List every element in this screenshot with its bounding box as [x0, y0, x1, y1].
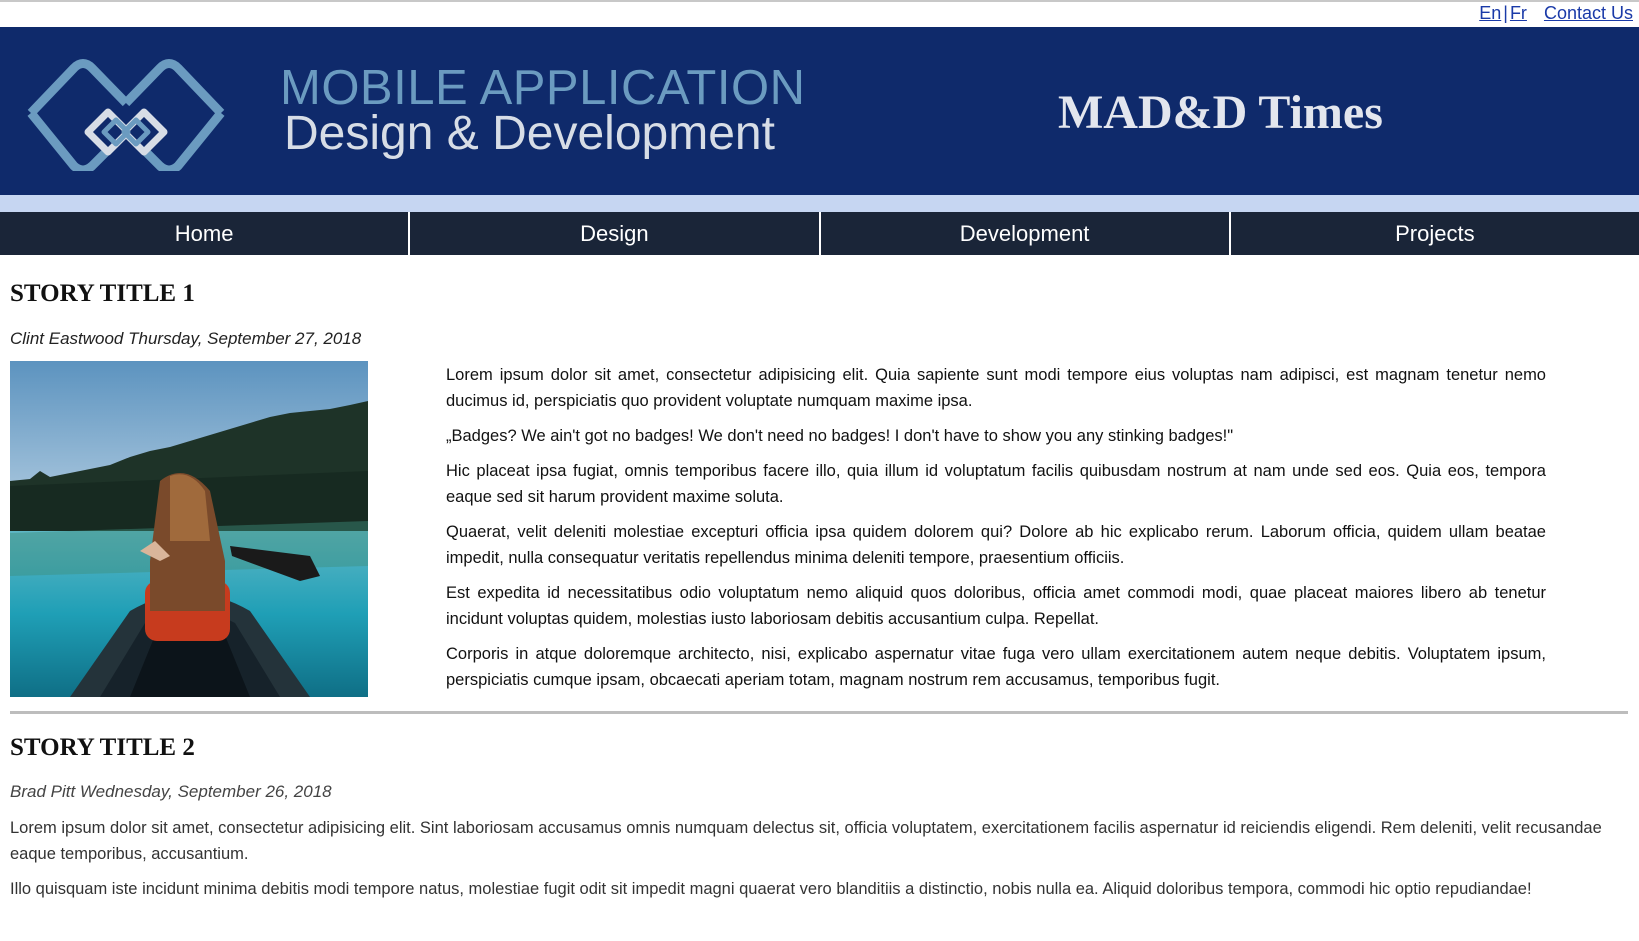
- story-1-paragraph: Lorem ipsum dolor sit amet, consectetur …: [446, 366, 1546, 410]
- canoe-lake-photo: [10, 361, 368, 697]
- story-2-body: Lorem ipsum dolor sit amet, consectetur …: [10, 815, 1610, 911]
- story-1-paragraph: Quaerat, velit deleniti molestiae except…: [446, 523, 1546, 567]
- nav-home[interactable]: Home: [0, 212, 409, 255]
- story-2-byline: Brad Pitt Wednesday, September 26, 2018: [10, 782, 332, 801]
- language-separator: |: [1503, 3, 1508, 23]
- logo-line-2: Design & Development: [284, 107, 775, 160]
- language-and-contact-links: En | Fr Contact Us: [1479, 3, 1633, 24]
- language-fr-link[interactable]: Fr: [1510, 3, 1527, 23]
- story-2-paragraph: Lorem ipsum dolor sit amet, consectetur …: [10, 819, 1602, 863]
- main-nav: Home Design Development Projects: [0, 212, 1639, 255]
- story-1-byline: Clint Eastwood Thursday, September 27, 2…: [10, 329, 362, 348]
- top-border: [0, 0, 1639, 2]
- nav-design[interactable]: Design: [410, 212, 819, 255]
- story-1-paragraph: Est expedita id necessitatibus odio volu…: [446, 584, 1546, 628]
- site-title: MAD&D Times: [1058, 86, 1383, 139]
- story-1-image: [10, 361, 368, 697]
- story-1-paragraph: Hic placeat ipsa fugiat, omnis temporibu…: [446, 462, 1546, 506]
- contact-us-link[interactable]: Contact Us: [1544, 3, 1633, 23]
- story-1-title: STORY TITLE 1: [10, 280, 195, 307]
- header-banner: [0, 27, 1639, 195]
- story-2-paragraph: Illo quisquam iste incidunt minima debit…: [10, 880, 1532, 898]
- story-divider: [10, 711, 1628, 714]
- header-stripe: [0, 195, 1639, 212]
- story-1-quote: „Badges? We ain't got no badges! We don'…: [446, 427, 1234, 445]
- interlocking-diamonds-icon: [27, 59, 225, 171]
- language-en-link[interactable]: En: [1479, 3, 1501, 23]
- story-1-body: Lorem ipsum dolor sit amet, consectetur …: [446, 362, 1546, 702]
- nav-projects[interactable]: Projects: [1230, 212, 1639, 255]
- story-1-paragraph: Corporis in atque doloremque architecto,…: [446, 645, 1546, 689]
- story-2-title: STORY TITLE 2: [10, 734, 195, 761]
- nav-development[interactable]: Development: [820, 212, 1229, 255]
